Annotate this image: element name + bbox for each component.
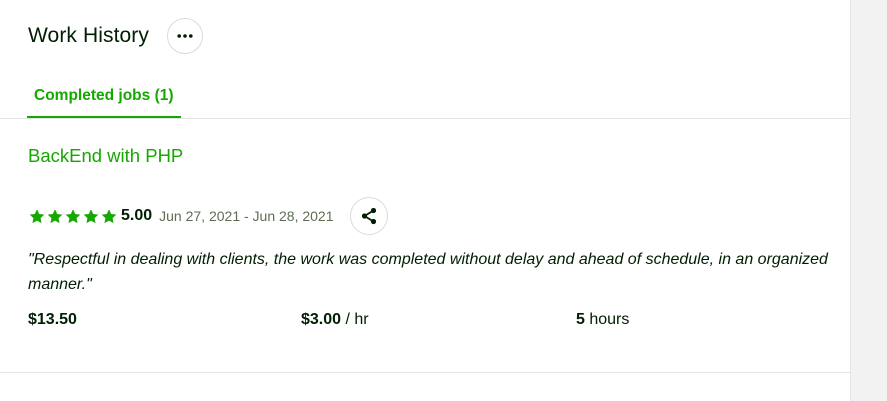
star-icon	[101, 208, 117, 223]
star-rating	[28, 208, 118, 225]
rating-score: 5.00	[121, 207, 153, 224]
star-icon	[65, 208, 81, 223]
work-history-card: Work History Completed jobs (1) BackEnd …	[0, 0, 851, 401]
section-title: Work History	[28, 24, 149, 47]
tab-completed-jobs[interactable]: Completed jobs (1)	[27, 75, 181, 118]
star-icon	[47, 208, 63, 223]
section-header: Work History	[28, 18, 203, 54]
job-item: BackEnd with PHP 5.00 Jun 27, 2021 - Jun…	[28, 145, 828, 328]
job-rate: $3.00 / hr	[301, 311, 369, 329]
hours-unit: hours	[584, 311, 630, 328]
job-hours: 5 hours	[576, 311, 629, 329]
tab-label: Completed jobs (1)	[34, 87, 174, 104]
share-button[interactable]	[349, 197, 388, 235]
right-gutter	[851, 0, 887, 401]
rating-row: 5.00 Jun 27, 2021 - Jun 28, 2021	[28, 197, 388, 235]
more-options-button[interactable]	[167, 18, 203, 54]
job-divider	[0, 372, 850, 373]
rate-unit: / hr	[341, 311, 369, 328]
star-icon	[29, 208, 45, 223]
job-stats: $13.50 $3.00 / hr 5 hours	[28, 311, 828, 333]
hours-value: 5	[576, 311, 585, 328]
rate-value: $3.00	[301, 311, 342, 328]
earnings-value: $13.50	[28, 311, 77, 328]
share-icon	[361, 207, 376, 225]
job-title-link[interactable]: BackEnd with PHP	[28, 145, 183, 167]
ellipsis-icon	[177, 34, 193, 38]
job-dates: Jun 27, 2021 - Jun 28, 2021	[159, 208, 334, 224]
job-earnings: $13.50	[28, 311, 77, 329]
tab-bar: Completed jobs (1)	[0, 75, 850, 119]
client-feedback: "Respectful in dealing with clients, the…	[28, 251, 828, 293]
star-icon	[83, 208, 99, 223]
